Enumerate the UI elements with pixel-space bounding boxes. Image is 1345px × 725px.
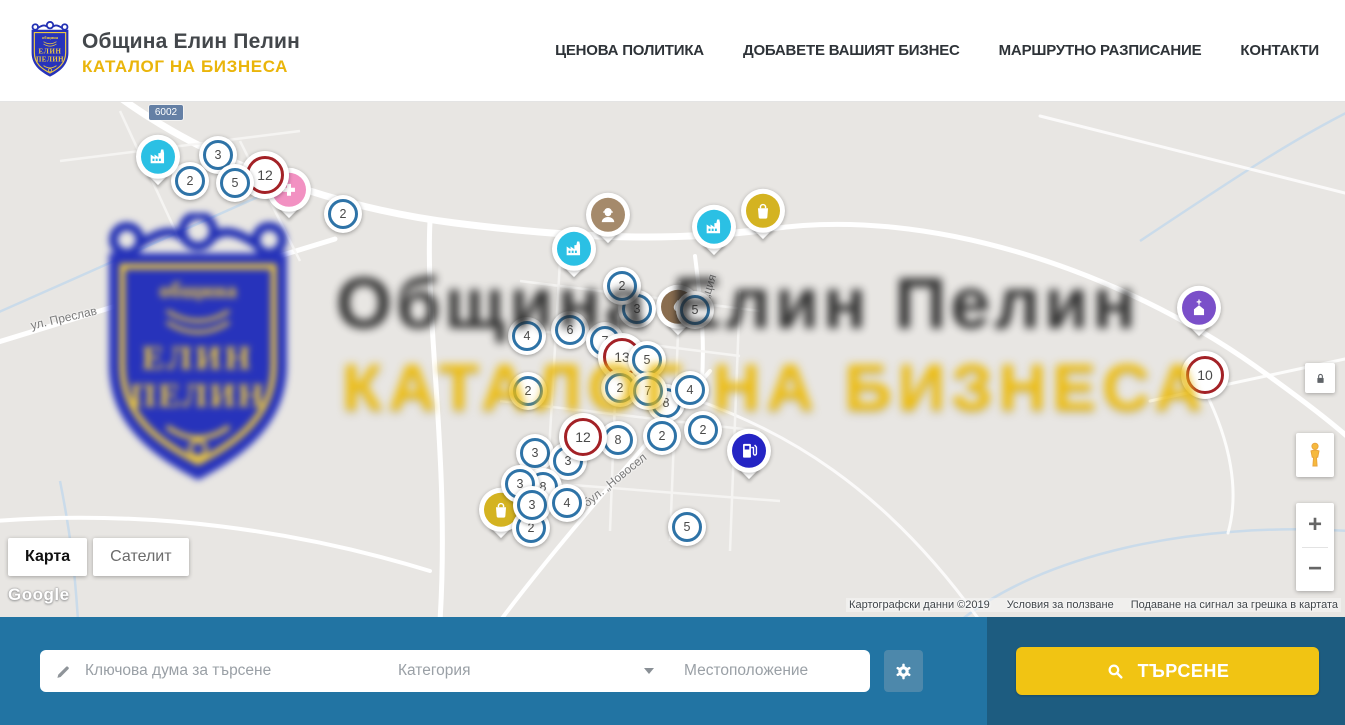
crest-top-text: община — [42, 35, 59, 40]
cluster-marker[interactable]: 2 — [684, 411, 722, 449]
cluster-count: 6 — [567, 323, 574, 337]
road-number-badge: 6002 — [149, 105, 183, 120]
header: община ЕЛИН ПЕЛИН Община Елин Пелин КАТА… — [0, 0, 1345, 102]
location-select-value: Местоположение — [684, 662, 808, 680]
zoom-in-button[interactable]: + — [1296, 504, 1334, 547]
cluster-count: 3 — [215, 148, 222, 162]
search-bar: Категория Местоположение — [0, 617, 1345, 725]
factory-icon — [697, 210, 731, 244]
cluster-marker[interactable]: 12 — [559, 413, 607, 461]
church-icon — [1182, 291, 1216, 325]
nav-route-schedule[interactable]: МАРШРУТНО РАЗПИСАНИЕ — [999, 42, 1202, 59]
cluster-count: 10 — [1197, 367, 1213, 383]
nav-contacts[interactable]: КОНТАКТИ — [1240, 42, 1319, 59]
cluster-marker[interactable]: 5 — [216, 164, 254, 202]
fuel-pin[interactable] — [727, 429, 771, 487]
cluster-marker[interactable]: 4 — [671, 371, 709, 409]
cluster-count: 2 — [525, 384, 532, 398]
zoom-out-button[interactable]: − — [1296, 548, 1334, 591]
zoom-control: + − — [1296, 503, 1334, 591]
keyword-search-input[interactable] — [83, 661, 371, 681]
cluster-marker[interactable]: 4 — [548, 484, 586, 522]
factory-pin[interactable] — [552, 227, 596, 285]
google-logo[interactable]: Google — [8, 585, 70, 605]
cluster-count: 8 — [615, 433, 622, 447]
cluster-count: 3 — [529, 498, 536, 512]
fuel-icon — [732, 434, 766, 468]
map-type-satellite-button[interactable]: Сателит — [93, 538, 188, 576]
municipality-crest-icon: община ЕЛИН ПЕЛИН — [27, 21, 73, 79]
cluster-count: 2 — [340, 207, 347, 221]
cluster-marker[interactable]: 10 — [1181, 351, 1229, 399]
cluster-count: 2 — [700, 423, 707, 437]
keyword-field — [40, 650, 383, 692]
cluster-count: 2 — [659, 429, 666, 443]
cluster-marker[interactable]: 5 — [676, 291, 714, 329]
cluster-count: 4 — [564, 496, 571, 510]
pegman-icon — [1304, 440, 1326, 470]
lock-icon — [1313, 371, 1328, 386]
chevron-down-icon — [644, 668, 654, 674]
factory-icon — [557, 232, 591, 266]
cluster-count: 2 — [619, 279, 626, 293]
cluster-count: 4 — [687, 383, 694, 397]
cluster-marker[interactable]: 2 — [603, 267, 641, 305]
main-nav: ЦЕНОВА ПОЛИТИКА ДОБАВЕТЕ ВАШИЯТ БИЗНЕС М… — [555, 0, 1319, 101]
factory-icon — [141, 140, 175, 174]
cluster-count: 2 — [187, 174, 194, 188]
shopping-pin[interactable] — [741, 189, 785, 247]
cluster-marker[interactable]: 3 — [513, 486, 551, 524]
cluster-count: 5 — [692, 303, 699, 317]
cluster-marker[interactable]: 6 — [551, 311, 589, 349]
site-subtitle: КАТАЛОГ НА БИЗНЕСА — [82, 57, 300, 77]
site-title: Община Елин Пелин — [82, 30, 300, 54]
map-type-map-button[interactable]: Карта — [8, 538, 87, 576]
category-select-value: Категория — [398, 662, 470, 680]
cluster-count: 2 — [617, 381, 624, 395]
factory-pin[interactable] — [136, 135, 180, 193]
category-select[interactable]: Категория — [383, 650, 669, 692]
bag-icon — [746, 194, 780, 228]
worker-icon — [591, 198, 625, 232]
cluster-marker[interactable]: 7 — [629, 372, 667, 410]
cluster-count: 7 — [645, 384, 652, 398]
crest-line1-text: ЕЛИН — [38, 49, 61, 56]
cluster-marker[interactable]: 5 — [668, 508, 706, 546]
site-logo[interactable]: община ЕЛИН ПЕЛИН Община Елин Пелин КАТА… — [27, 21, 300, 79]
cluster-count: 5 — [232, 176, 239, 190]
google-map[interactable]: 6002 ул. Преславбул. „Новосел„ция 321252… — [0, 101, 1345, 617]
cluster-count: 5 — [684, 520, 691, 534]
church-pin[interactable] — [1177, 286, 1221, 344]
gear-icon — [893, 661, 914, 682]
cluster-marker[interactable]: 2 — [509, 372, 547, 410]
cluster-count: 3 — [532, 446, 539, 460]
nav-add-your-business[interactable]: ДОБАВЕТЕ ВАШИЯТ БИЗНЕС — [743, 42, 960, 59]
pencil-icon — [55, 663, 72, 680]
map-type-control: Карта Сателит — [8, 538, 189, 576]
cluster-count: 3 — [634, 302, 641, 316]
cluster-marker[interactable]: 4 — [508, 317, 546, 355]
location-select[interactable]: Местоположение — [669, 650, 870, 692]
cluster-count: 4 — [524, 329, 531, 343]
attribution-copyright: Картографски данни ©2019 — [849, 599, 990, 611]
attribution-terms-link[interactable]: Условия за ползване — [1007, 599, 1114, 611]
cluster-marker[interactable]: 2 — [324, 195, 362, 233]
cluster-marker[interactable]: 2 — [643, 417, 681, 455]
cluster-count: 12 — [257, 167, 273, 183]
business-catalog-page: община ЕЛИН ПЕЛИН Община Елин Пелин КАТА… — [0, 0, 1345, 725]
search-button-label: ТЪРСЕНЕ — [1138, 661, 1230, 682]
map-attribution: Картографски данни ©2019 Условия за полз… — [846, 598, 1341, 612]
search-submit-button[interactable]: ТЪРСЕНЕ — [1016, 647, 1319, 695]
cluster-count: 5 — [644, 353, 651, 367]
search-icon — [1106, 662, 1125, 681]
factory-pin[interactable] — [692, 205, 736, 263]
attribution-report-error-link[interactable]: Подаване на сигнал за грешка в картата — [1131, 599, 1338, 611]
search-input-group: Категория Местоположение — [40, 650, 870, 692]
crest-line2-text: ПЕЛИН — [36, 57, 64, 64]
advanced-search-button[interactable] — [884, 650, 923, 692]
nav-pricing-policy[interactable]: ЦЕНОВА ПОЛИТИКА — [555, 42, 704, 59]
cluster-count: 12 — [575, 429, 591, 445]
street-view-pegman-button[interactable] — [1296, 433, 1334, 477]
map-lock-button[interactable] — [1305, 363, 1335, 393]
